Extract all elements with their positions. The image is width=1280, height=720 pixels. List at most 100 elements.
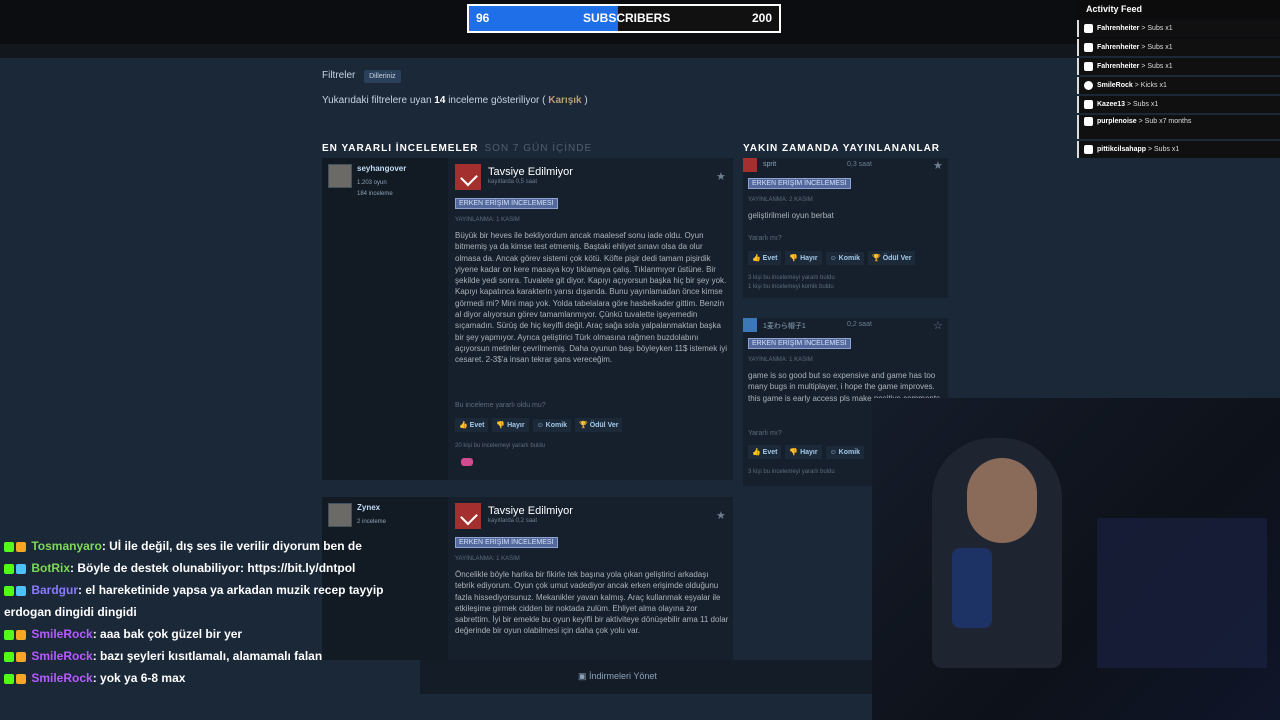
language-filter-chip[interactable]: Dilleriniz [364, 70, 401, 83]
kick-badge-icon [4, 541, 14, 552]
most-helpful-heading: EN YARARLI İNCELEMELER SON 7 GÜN İÇİNDE [322, 143, 593, 154]
thumbs-down-icon [743, 158, 757, 172]
subscriber-goal-target: 200 [751, 11, 772, 25]
review-author: seyhangover 1.203 oyun 184 inceleme [322, 158, 448, 480]
activity-feed-title: Activity Feed [1077, 0, 1280, 18]
sub-badge-icon [16, 629, 26, 640]
thumbs-down-icon [455, 164, 481, 190]
filters-row: Filtreler Dilleriniz [322, 70, 952, 83]
subscriber-goal-bar: 96 SUBSCRIBERS 200 [467, 4, 781, 33]
author-name[interactable]: sprit [763, 161, 776, 168]
recent-heading: YAKIN ZAMANDA YAYINLANANLAR [743, 143, 941, 154]
sub-badge-icon [16, 585, 26, 596]
award-button[interactable]: 🏆 Ödül Ver [575, 418, 623, 432]
chat-message: Tosmanyaro: Uİ ile değil, dış ses ile ve… [0, 535, 420, 557]
review-hours: kayıtlarda 0,2 saat [488, 518, 538, 524]
helpful-question: Yararlı mı? [748, 430, 782, 437]
review-card: seyhangover 1.203 oyun 184 inceleme Tavs… [322, 158, 733, 480]
filters-label: Filtreler [322, 70, 356, 81]
sub-badge-icon [16, 673, 26, 684]
mixed-rating-link[interactable]: Karışık [548, 95, 581, 106]
author-name[interactable]: Zynex [357, 503, 380, 512]
steam-reviews-page: Filtreler Dilleriniz Yukarıdaki filtrele… [322, 70, 952, 106]
funny-count: 1 kişi bu incelemeyi komik buldu [748, 284, 834, 290]
sub-badge-icon [16, 541, 26, 552]
vote-yes-button[interactable]: 👍 Evet [455, 418, 489, 432]
helpful-question: Yararlı mı? [748, 235, 782, 242]
feed-item: Fahrenheiter > Subs x1 [1077, 58, 1280, 75]
review-posted-date: YAYINLANMA: 1 KASIM [455, 556, 520, 562]
feed-item: SmileRock > Kicks x1 [1077, 77, 1280, 94]
vote-funny-button[interactable]: ☺ Komik [532, 419, 572, 432]
award-icon [461, 458, 473, 466]
helpful-count: 3 kişi bu incelemeyi yararlı buldu [748, 469, 835, 475]
background-shelf [1097, 518, 1267, 668]
vote-funny-button[interactable]: ☺ Komik [825, 252, 865, 265]
award-button[interactable]: 🏆 Ödül Ver [868, 251, 916, 265]
chat-message: BotRix: Böyle de destek olunabiliyor: ht… [0, 557, 420, 579]
chat-message: Bardgur: el hareketinide yapsa ya arkada… [4, 583, 384, 619]
subscriber-goal-current: 96 [476, 11, 490, 25]
vote-yes-button[interactable]: 👍 Evet [748, 445, 782, 459]
bot-badge-icon [16, 563, 26, 574]
gift-icon [1084, 61, 1093, 71]
vote-buttons: 👍 Evet 👎 Hayır ☺ Komik 🏆 Ödül Ver [455, 418, 624, 432]
avatar[interactable] [328, 164, 352, 188]
review-hours: kayıtlarda 0,5 saat [488, 179, 538, 185]
gift-icon [1084, 42, 1093, 52]
star-icon[interactable]: ★ [933, 159, 943, 172]
kick-badge-icon [4, 651, 14, 662]
star-icon [1084, 116, 1093, 126]
author-games[interactable]: 1.203 oyun [357, 180, 387, 186]
review-body: Büyük bir heves ile bekliyordum ancak ma… [455, 231, 727, 365]
review-verdict: Tavsiye Edilmiyor [488, 505, 573, 517]
recent-review-card: sprit 0,3 saat ★ ERKEN ERİŞİM İNCELEMESİ… [743, 158, 948, 298]
gift-icon [1084, 23, 1093, 33]
review-posted-date: YAYINLANMA: 2 KASIM [748, 197, 813, 203]
author-name[interactable]: 1麦わら帽子1 [763, 321, 806, 331]
helpful-count: 20 kişi bu incelemeyi yararlı buldu [455, 443, 546, 449]
vote-yes-button[interactable]: 👍 Evet [748, 251, 782, 265]
activity-feed: Activity Feed Fahrenheiter > Subs x1 Fah… [1077, 0, 1280, 165]
vote-funny-button[interactable]: ☺ Komik [825, 446, 865, 459]
sub-badge-icon [16, 651, 26, 662]
chat-message: SmileRock: bazı şeyleri kısıtlamalı, ala… [0, 645, 420, 667]
feed-item: Fahrenheiter > Subs x1 [1077, 20, 1280, 37]
thumbs-down-icon [455, 503, 481, 529]
vote-no-button[interactable]: 👎 Hayır [785, 445, 822, 459]
review-posted-date: YAYINLANMA: 1 KASIM [748, 357, 813, 363]
browser-url-bar[interactable] [0, 44, 1077, 58]
early-access-badge: ERKEN ERİŞİM İNCELEMESİ [748, 338, 851, 349]
star-icon[interactable]: ☆ [933, 319, 943, 332]
feed-item: Fahrenheiter > Subs x1 [1077, 39, 1280, 56]
kick-badge-icon [4, 673, 14, 684]
vote-no-button[interactable]: 👎 Hayır [492, 418, 529, 432]
feed-item: purplenoise > Sub x7 months [1077, 115, 1280, 139]
filter-summary: Yukarıdaki filtrelere uyan 14 inceleme g… [322, 95, 588, 106]
subscriber-goal-label: SUBSCRIBERS [583, 11, 671, 25]
vote-no-button[interactable]: 👎 Hayır [785, 251, 822, 265]
author-reviews[interactable]: 184 inceleme [357, 191, 393, 197]
review-body: Öncelikle böyle harika bir fikirle tek b… [455, 570, 729, 636]
author-name[interactable]: seyhangover [357, 164, 406, 173]
helpful-question: Bu inceleme yararlı oldu mu? [455, 402, 546, 409]
chat-message: SmileRock: aaa bak çok güzel bir yer [0, 623, 420, 645]
stream-chat: Tosmanyaro: Uİ ile değil, dış ses ile ve… [0, 517, 420, 689]
review-hours: 0,3 saat [847, 161, 872, 168]
review-verdict: Tavsiye Edilmiyor [488, 166, 573, 178]
chat-message: SmileRock: yok ya 6-8 max [0, 667, 420, 689]
kick-badge-icon [4, 563, 14, 574]
review-posted-date: YAYINLANMA: 1 KASIM [455, 217, 520, 223]
helpful-count: 3 kişi bu incelemeyi yararlı buldu [748, 275, 835, 281]
feed-item: Kazee13 > Subs x1 [1077, 96, 1280, 113]
review-body: geliştirilmeli oyun berbat [748, 211, 834, 220]
star-icon[interactable]: ★ [716, 509, 726, 522]
review-hours: 0,2 saat [847, 321, 872, 328]
gift-icon [1084, 99, 1093, 109]
early-access-badge: ERKEN ERİŞİM İNCELEMESİ [455, 537, 558, 548]
vote-buttons: 👍 Evet 👎 Hayır ☺ Komik 🏆 Ödül Ver [748, 251, 917, 265]
vote-buttons: 👍 Evet 👎 Hayır ☺ Komik [748, 445, 866, 459]
manage-downloads-button[interactable]: ▣ İndirmeleri Yönet [578, 671, 657, 682]
webcam-feed [872, 398, 1280, 720]
star-icon[interactable]: ★ [716, 170, 726, 183]
